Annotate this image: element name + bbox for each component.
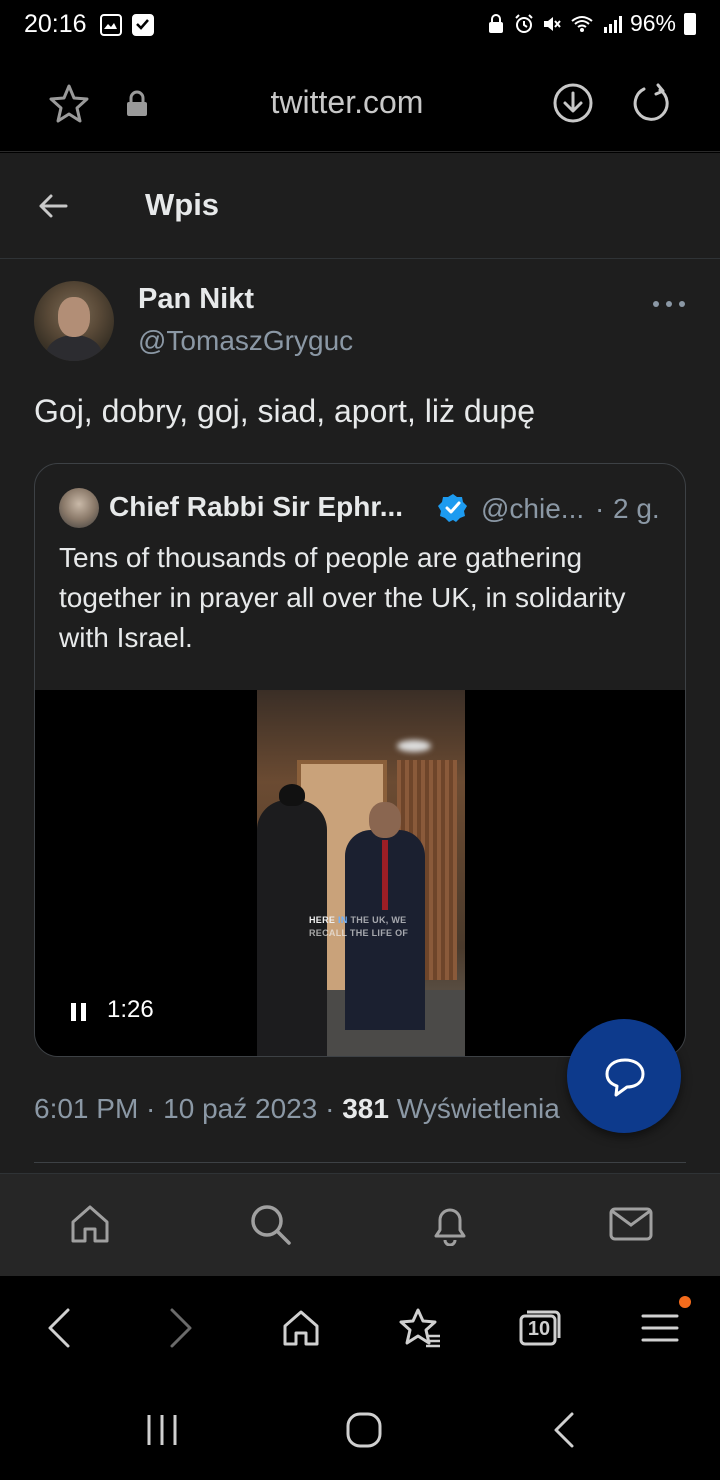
quoted-tweet[interactable]: Chief Rabbi Sir Ephr... @chie... · 2 g. … — [34, 463, 686, 1057]
notifications-bell-icon[interactable] — [428, 1202, 472, 1246]
recent-apps-icon[interactable] — [144, 1410, 180, 1450]
system-home-icon[interactable] — [344, 1410, 384, 1450]
browser-url-bar: twitter.com — [0, 52, 720, 152]
page-header: Wpis — [0, 153, 720, 259]
more-options-icon[interactable] — [652, 299, 686, 309]
tweet-text: Goj, dobry, goj, siad, aport, liż dupę — [34, 393, 536, 429]
pause-icon[interactable] — [69, 1000, 89, 1024]
video-player[interactable]: HERE IN THE UK, WE RECALL THE LIFE OF 1:… — [35, 690, 685, 1056]
twitter-tab-bar — [0, 1173, 720, 1276]
back-arrow-icon[interactable] — [36, 189, 70, 223]
quoted-avatar — [59, 488, 99, 528]
tweet-timestamp: 6:01 PM · 10 paź 2023 — [34, 1093, 318, 1124]
system-nav-bar — [0, 1380, 720, 1480]
quoted-author-handle: @chie... — [481, 493, 585, 524]
video-caption: HERE IN THE UK, WE RECALL THE LIFE OF — [309, 915, 409, 938]
video-frame: HERE IN THE UK, WE RECALL THE LIFE OF — [257, 690, 465, 1056]
tabs-counter-button[interactable]: 10 — [518, 1306, 564, 1350]
page-title: Wpis — [145, 187, 220, 222]
chat-bubble-icon — [605, 1058, 645, 1097]
gallery-icon — [100, 14, 122, 36]
quoted-separator: · — [595, 493, 605, 524]
verified-badge-icon — [438, 494, 467, 522]
reply-fab-button[interactable] — [567, 1019, 681, 1133]
download-icon[interactable] — [552, 82, 594, 124]
home-icon[interactable] — [68, 1202, 112, 1246]
mute-icon — [543, 16, 561, 31]
browser-back-icon[interactable] — [42, 1306, 76, 1350]
tweet-meta: 6:01 PM · 10 paź 2023 · 381 Wyświetlenia — [34, 1093, 560, 1124]
views-label: Wyświetlenia — [396, 1093, 560, 1124]
browser-bottom-bar: 10 — [0, 1276, 720, 1380]
avatar[interactable] — [34, 281, 114, 361]
menu-icon[interactable] — [640, 1306, 680, 1350]
search-icon[interactable] — [248, 1202, 292, 1246]
bookmarks-icon[interactable] — [398, 1306, 444, 1350]
quoted-time: 2 g. — [613, 493, 660, 524]
lock-icon — [488, 13, 503, 33]
quoted-text: Tens of thousands of people are gatherin… — [59, 542, 626, 653]
system-back-icon[interactable] — [548, 1410, 582, 1450]
video-duration: 1:26 — [107, 996, 154, 1023]
status-bar: 20:16 96% — [0, 0, 720, 52]
status-time: 20:16 — [24, 10, 87, 38]
checkbox-notification-icon — [132, 14, 154, 36]
views-count: 381 — [342, 1093, 389, 1124]
quoted-author-name: Chief Rabbi Sir Ephr... — [109, 491, 404, 522]
messages-icon[interactable] — [608, 1202, 654, 1246]
reload-icon[interactable] — [630, 82, 672, 124]
battery-percent: 96% — [629, 10, 676, 36]
browser-forward-icon[interactable] — [164, 1306, 198, 1350]
divider — [34, 1162, 686, 1163]
tweet-page: Wpis Pan Nikt @TomaszGryguc Goj, dobry, … — [0, 153, 720, 1276]
author-handle[interactable]: @TomaszGryguc — [138, 325, 353, 357]
author-name[interactable]: Pan Nikt — [138, 283, 254, 316]
wifi-icon — [571, 15, 593, 32]
browser-home-icon[interactable] — [280, 1306, 322, 1350]
signal-icon — [603, 15, 622, 33]
notification-dot — [679, 1296, 691, 1308]
alarm-icon — [515, 13, 533, 33]
tabs-count: 10 — [527, 1318, 551, 1340]
battery-icon — [684, 12, 696, 35]
